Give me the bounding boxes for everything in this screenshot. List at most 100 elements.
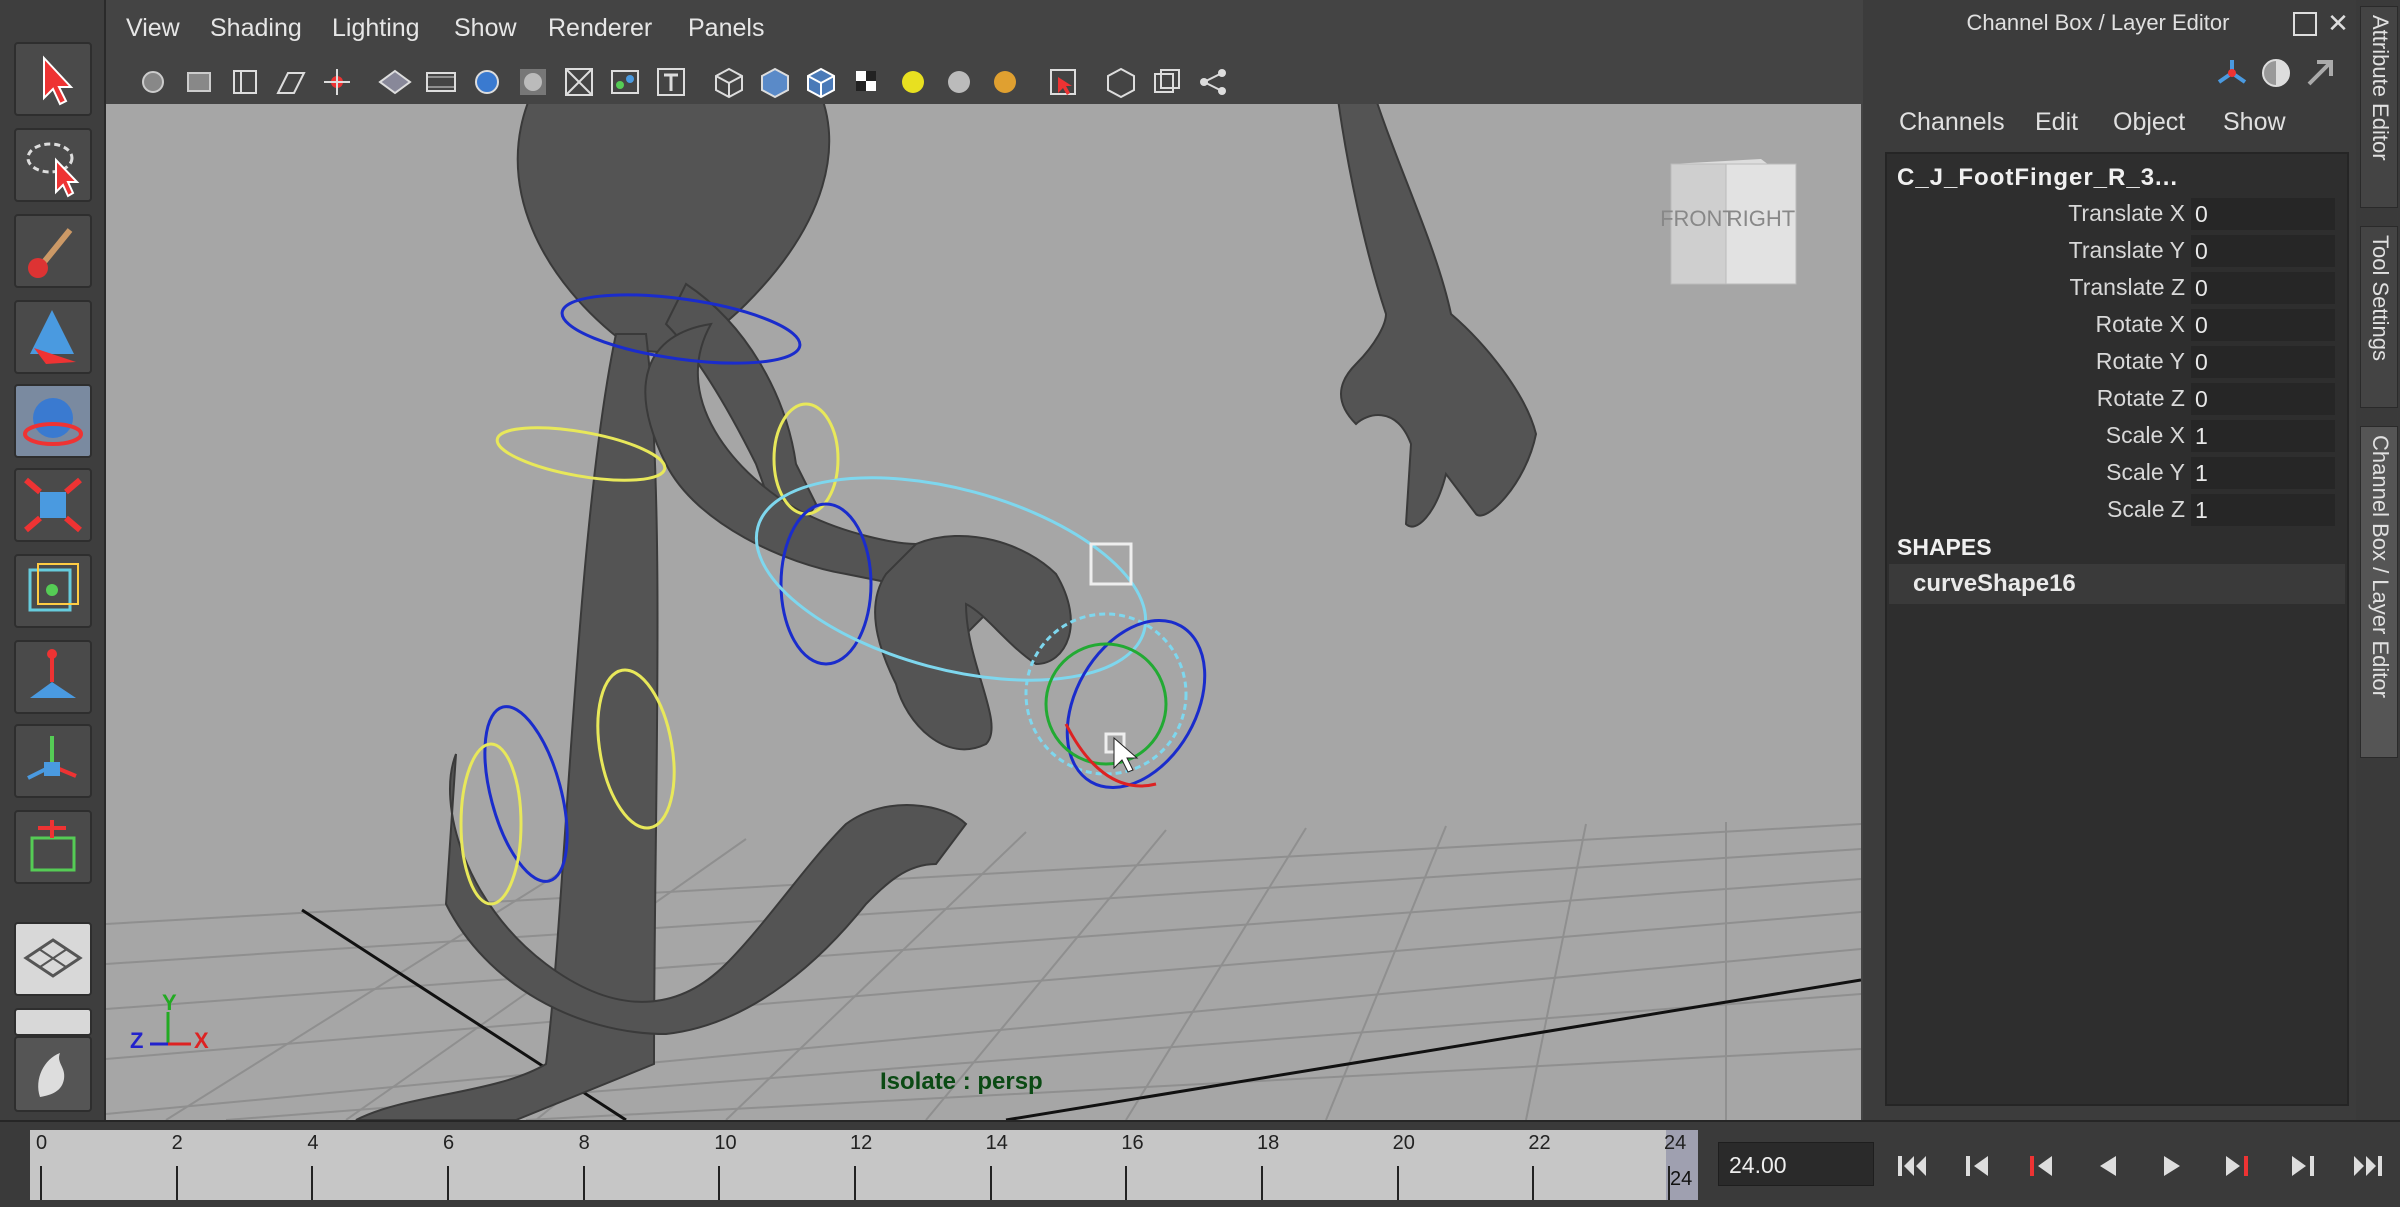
isolate-select-icon[interactable]: [1104, 65, 1138, 99]
attr-row-rotate-x[interactable]: Rotate X0: [1887, 307, 2345, 343]
hierarchy-icon[interactable]: [1196, 65, 1230, 99]
attr-row-translate-x[interactable]: Translate X0: [1887, 196, 2345, 232]
grid-icon[interactable]: [378, 65, 412, 99]
play-forwards-icon[interactable]: [2150, 1148, 2194, 1184]
rotate-tool-icon[interactable]: [14, 384, 92, 458]
attr-label[interactable]: Rotate Y: [2096, 348, 2185, 375]
attr-label[interactable]: Scale Y: [2106, 459, 2185, 486]
layout-panes-icon[interactable]: [14, 1008, 92, 1036]
gate-mask-icon[interactable]: [516, 65, 550, 99]
tab-tool-settings[interactable]: Tool Settings: [2360, 226, 2398, 408]
two-d-pan-icon[interactable]: [320, 65, 354, 99]
select-tool-icon[interactable]: [14, 42, 92, 116]
select-camera-icon[interactable]: [136, 65, 170, 99]
go-to-end-icon[interactable]: [2344, 1148, 2388, 1184]
current-frame-field[interactable]: 24.00: [1718, 1142, 1874, 1186]
attr-value-field[interactable]: 1: [2191, 457, 2335, 489]
view-cube-right-label[interactable]: RIGHT: [1727, 206, 1795, 231]
panel-title: Channel Box / Layer Editor: [1966, 10, 2230, 35]
textured-icon[interactable]: [850, 65, 884, 99]
tab-attribute-editor[interactable]: Attribute Editor: [2360, 6, 2398, 208]
menu-edit[interactable]: Edit: [2035, 108, 2078, 137]
smooth-shade-icon[interactable]: [758, 65, 792, 99]
attr-row-rotate-z[interactable]: Rotate Z0: [1887, 381, 2345, 417]
play-backwards-icon[interactable]: [2086, 1148, 2130, 1184]
menu-view[interactable]: View: [126, 14, 180, 43]
perspective-viewport[interactable]: View Shading Lighting Show Renderer Pane…: [106, 0, 1861, 1120]
move-tool-icon[interactable]: [14, 300, 92, 374]
use-all-lights-icon[interactable]: [896, 65, 930, 99]
attr-label[interactable]: Rotate X: [2096, 311, 2186, 338]
menu-object[interactable]: Object: [2113, 108, 2185, 137]
attr-label[interactable]: Translate X: [2068, 200, 2185, 227]
attribute-arrow-icon[interactable]: [2303, 56, 2337, 90]
show-manip-icon[interactable]: [14, 724, 92, 798]
attr-row-scale-y[interactable]: Scale Y1: [1887, 455, 2345, 491]
step-forward-frame-icon[interactable]: [2214, 1148, 2258, 1184]
shape-node-row[interactable]: curveShape16: [1889, 564, 2345, 604]
menu-channels[interactable]: Channels: [1899, 108, 2005, 137]
attr-value-field[interactable]: 0: [2191, 383, 2335, 415]
view-cube-front-label[interactable]: FRONT: [1660, 206, 1736, 231]
attr-value-field[interactable]: 1: [2191, 494, 2335, 526]
xray-joints-icon[interactable]: [1150, 65, 1184, 99]
close-icon[interactable]: ✕: [2325, 10, 2351, 36]
layer-editor-icon[interactable]: [2259, 56, 2293, 90]
attr-row-scale-x[interactable]: Scale X1: [1887, 418, 2345, 454]
step-back-frame-icon[interactable]: [2020, 1148, 2064, 1184]
attr-value-field[interactable]: 1: [2191, 420, 2335, 452]
view-cube[interactable]: FRONT RIGHT: [1660, 159, 1797, 285]
scene-3d-view[interactable]: FRONT RIGHT Y X Z: [106, 104, 1861, 1120]
field-chart-icon[interactable]: [562, 65, 596, 99]
float-panel-icon[interactable]: [2293, 12, 2317, 36]
attr-row-scale-z[interactable]: Scale Z1: [1887, 492, 2345, 528]
attr-value-field[interactable]: 0: [2191, 235, 2335, 267]
attr-row-translate-z[interactable]: Translate Z0: [1887, 270, 2345, 306]
attr-row-translate-y[interactable]: Translate Y0: [1887, 233, 2345, 269]
attr-row-rotate-y[interactable]: Rotate Y0: [1887, 344, 2345, 380]
menu-show[interactable]: Show: [454, 14, 517, 43]
wireframe-icon[interactable]: [712, 65, 746, 99]
resolution-gate-icon[interactable]: [470, 65, 504, 99]
attr-label[interactable]: Scale Z: [2107, 496, 2185, 523]
ambient-occlusion-icon[interactable]: [988, 65, 1022, 99]
selected-node-name[interactable]: C_J_FootFinger_R_3...: [1897, 164, 2178, 192]
lasso-tool-icon[interactable]: [14, 128, 92, 202]
attr-value-field[interactable]: 0: [2191, 198, 2335, 230]
xray-icon[interactable]: [1046, 65, 1080, 99]
last-tool-icon[interactable]: [14, 810, 92, 884]
tab-channel-box[interactable]: Channel Box / Layer Editor: [2360, 426, 2398, 758]
film-gate-icon[interactable]: [424, 65, 458, 99]
bookmarks-icon[interactable]: [228, 65, 262, 99]
attr-label[interactable]: Translate Z: [2070, 274, 2185, 301]
menu-renderer[interactable]: Renderer: [548, 14, 652, 43]
step-forward-key-icon[interactable]: [2280, 1148, 2324, 1184]
attr-value-field[interactable]: 0: [2191, 272, 2335, 304]
scale-tool-icon[interactable]: [14, 468, 92, 542]
layout-single-icon[interactable]: [14, 922, 92, 996]
attr-label[interactable]: Rotate Z: [2097, 385, 2185, 412]
camera-attributes-icon[interactable]: [182, 65, 216, 99]
outliner-icon[interactable]: [14, 1036, 92, 1112]
image-plane-icon[interactable]: [274, 65, 308, 99]
menu-lighting[interactable]: Lighting: [332, 14, 420, 43]
attr-value-field[interactable]: 0: [2191, 309, 2335, 341]
wireframe-on-shaded-icon[interactable]: [804, 65, 838, 99]
safe-title-icon[interactable]: [654, 65, 688, 99]
shape-node-name[interactable]: curveShape16: [1913, 570, 2076, 598]
menu-show[interactable]: Show: [2223, 108, 2286, 137]
time-slider[interactable]: 0 2 4 6 8 10 12 14 16 18 20 22 24 24: [30, 1130, 1698, 1200]
safe-action-icon[interactable]: [608, 65, 642, 99]
universal-manip-icon[interactable]: [14, 554, 92, 628]
paint-select-icon[interactable]: [14, 214, 92, 288]
attr-label[interactable]: Scale X: [2106, 422, 2185, 449]
menu-panels[interactable]: Panels: [688, 14, 764, 43]
soft-mod-icon[interactable]: [14, 640, 92, 714]
channel-box-icon[interactable]: [2215, 56, 2249, 90]
go-to-start-icon[interactable]: [1892, 1148, 1936, 1184]
shadows-icon[interactable]: [942, 65, 976, 99]
step-back-key-icon[interactable]: [1956, 1148, 2000, 1184]
menu-shading[interactable]: Shading: [210, 14, 302, 43]
attr-value-field[interactable]: 0: [2191, 346, 2335, 378]
attr-label[interactable]: Translate Y: [2069, 237, 2185, 264]
